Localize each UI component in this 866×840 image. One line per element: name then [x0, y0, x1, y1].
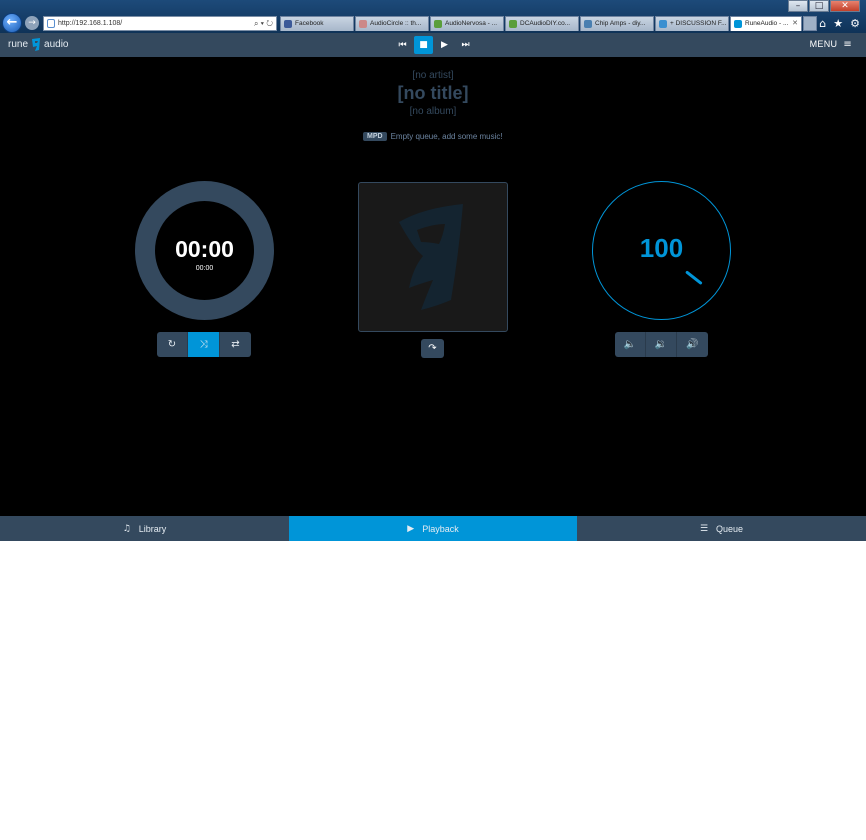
tab-label: Facebook — [295, 20, 324, 27]
tab-label: DCAudioDIY.co... — [520, 20, 571, 27]
tab-chip-amps[interactable]: Chip Amps - diy... — [580, 16, 654, 31]
tab-discussion[interactable]: + DISCUSSION F... — [655, 16, 729, 31]
tab-favicon-icon — [734, 20, 742, 28]
tab-runeaudio[interactable]: RuneAudio - ... ✕ — [730, 16, 802, 31]
tab-favicon-icon — [284, 20, 292, 28]
volume-controls: 🔈 🔉 🔊 — [615, 332, 708, 357]
tab-strip: Facebook AudioCircle :: th... AudioNervo… — [280, 16, 817, 31]
status-message: Empty queue, add some music! — [390, 132, 503, 141]
volume-down-button[interactable]: 🔈 — [615, 332, 646, 357]
back-button[interactable]: ← — [2, 13, 22, 33]
forward-button[interactable]: → — [25, 16, 39, 30]
stop-button[interactable]: ■ — [414, 36, 433, 54]
site-favicon-icon — [47, 19, 55, 28]
address-tools[interactable]: ⌕ ▾ ↻ — [254, 17, 273, 30]
tab-audionervosa[interactable]: AudioNervosa - ... — [430, 16, 504, 31]
playback-mode-controls: ↻ ⤨ ⇄ — [157, 332, 251, 357]
tab-queue-label: Queue — [716, 523, 744, 534]
transport-controls: ⏮ ■ ▶ ⏭ — [393, 36, 475, 54]
maximize-button[interactable]: □ — [809, 0, 829, 12]
tab-audiocircle[interactable]: AudioCircle :: th... — [355, 16, 429, 31]
track-artist: [no artist] — [412, 70, 454, 81]
play-icon: ▶ — [407, 523, 415, 534]
next-button[interactable]: ⏭ — [456, 36, 475, 54]
tab-label: + DISCUSSION F... — [670, 20, 727, 27]
close-tab-icon[interactable]: ✕ — [792, 17, 798, 31]
track-album: [no album] — [409, 106, 457, 117]
track-title: [no title] — [397, 83, 469, 103]
close-window-button[interactable]: ✕ — [830, 0, 860, 12]
browser-toolbar-icons: ⌂ ★ ⚙ — [819, 17, 860, 30]
tab-playback[interactable]: ▶ Playback — [289, 516, 577, 541]
tab-favicon-icon — [659, 20, 667, 28]
status-line: MPD Empty queue, add some music! — [363, 132, 503, 141]
address-bar[interactable]: http://192.168.1.108/ ⌕ ▾ ↻ — [43, 16, 277, 31]
home-icon[interactable]: ⌂ — [819, 17, 826, 30]
address-url: http://192.168.1.108/ — [58, 20, 123, 27]
total-time: 00:00 — [195, 265, 214, 272]
volume-value: 100 — [639, 233, 684, 263]
tab-facebook[interactable]: Facebook — [280, 16, 354, 31]
tab-favicon-icon — [434, 20, 442, 28]
mpd-badge: MPD — [363, 132, 387, 141]
hamburger-icon: ≡ — [843, 39, 852, 50]
browser-chrome: – □ ✕ ← → http://192.168.1.108/ ⌕ ▾ ↻ Fa… — [0, 0, 866, 33]
tab-library[interactable]: ♫ Library — [0, 516, 289, 541]
tab-label: AudioCircle :: th... — [370, 20, 422, 27]
play-button[interactable]: ▶ — [435, 36, 454, 54]
tab-label: AudioNervosa - ... — [445, 20, 498, 27]
tab-favicon-icon — [584, 20, 592, 28]
tab-dcaudiodiy[interactable]: DCAudioDIY.co... — [505, 16, 579, 31]
settings-gear-icon[interactable]: ⚙ — [850, 17, 860, 30]
music-note-icon: ♫ — [122, 523, 131, 534]
menu-label: MENU — [809, 39, 838, 49]
list-icon: ☰ — [699, 523, 709, 534]
tab-playback-label: Playback — [422, 523, 459, 534]
elapsed-time: 00:00 — [175, 236, 234, 262]
tab-label: Chip Amps - diy... — [595, 20, 646, 27]
window-controls: – □ ✕ — [788, 0, 860, 12]
album-cover — [358, 182, 508, 332]
tab-favicon-icon — [509, 20, 517, 28]
menu-button[interactable]: MENU ≡ — [810, 39, 852, 50]
favorites-star-icon[interactable]: ★ — [833, 17, 843, 30]
tab-queue[interactable]: ☰ Queue — [577, 516, 866, 541]
volume-up-button[interactable]: 🔊 — [677, 332, 708, 357]
share-button[interactable]: ↷ — [421, 339, 444, 358]
new-tab-button[interactable] — [803, 16, 817, 31]
rune-watermark-icon — [399, 204, 463, 310]
rune-logo-icon — [32, 38, 41, 51]
tab-library-label: Library — [138, 523, 167, 534]
minimize-button[interactable]: – — [788, 0, 808, 12]
runeaudio-app: rune audio ⏮ ■ ▶ ⏭ MENU ≡ [no artist] [no… — [0, 33, 866, 541]
consume-button[interactable]: ⇄ — [220, 332, 251, 357]
random-button[interactable]: ⤨ — [188, 332, 220, 357]
logo[interactable]: rune audio — [8, 37, 68, 52]
previous-button[interactable]: ⏮ — [393, 36, 412, 54]
logo-text-rune: rune — [8, 39, 29, 50]
top-bar: rune audio ⏮ ■ ▶ ⏭ MENU ≡ — [0, 33, 866, 57]
volume-mute-button[interactable]: 🔉 — [646, 332, 677, 357]
repeat-button[interactable]: ↻ — [157, 332, 188, 357]
tab-favicon-icon — [359, 20, 367, 28]
bottom-nav: ♫ Library ▶ Playback ☰ Queue — [0, 516, 866, 541]
tab-label: RuneAudio - ... — [745, 20, 789, 27]
logo-text-audio: audio — [44, 39, 69, 50]
